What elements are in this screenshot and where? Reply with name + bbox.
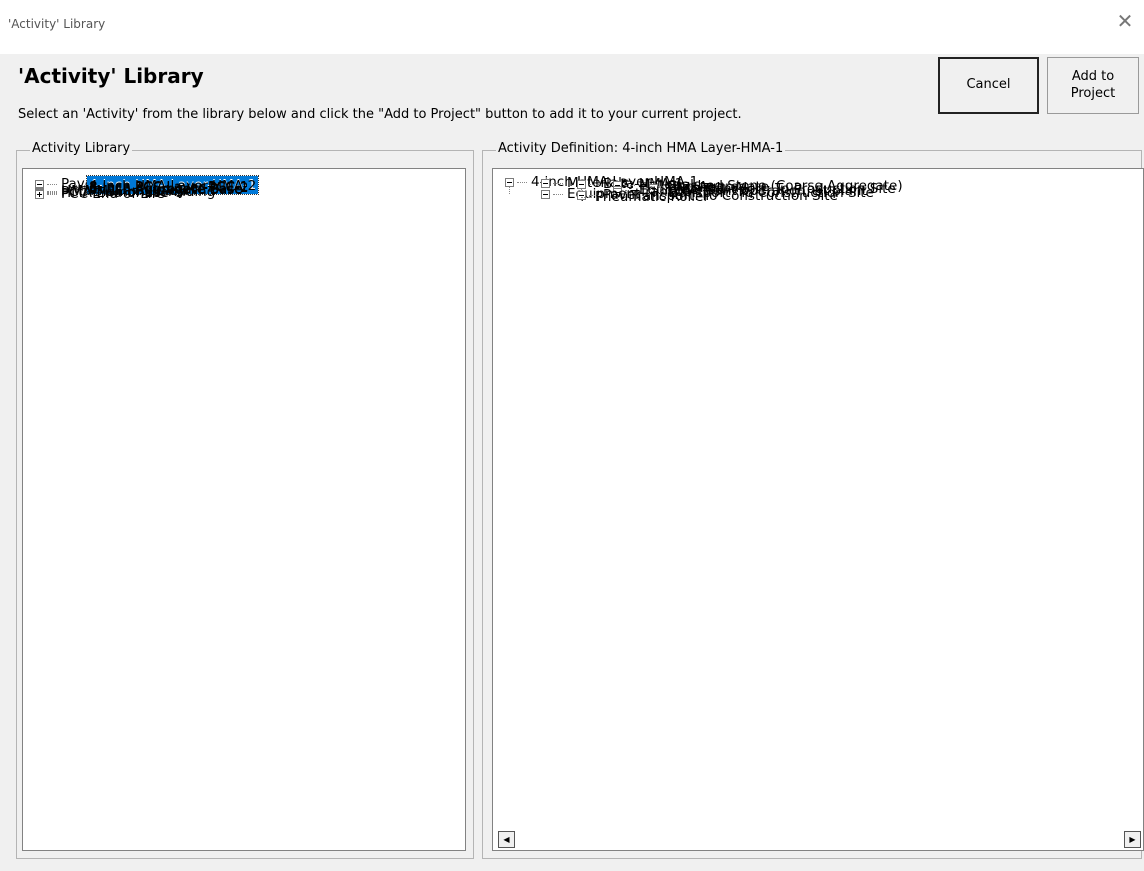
definition-node-label: Pneumatic Roller bbox=[595, 189, 709, 205]
library-node-label: PCC End-of-Life bbox=[61, 186, 165, 202]
tree-vertical-connector bbox=[509, 187, 510, 194]
activity-definition-tree[interactable]: 4-inch HMA Layer-HMA-1 Materials Beta-HMA-… bbox=[492, 168, 1144, 851]
instruction-text: Select an 'Activity' from the library be… bbox=[18, 107, 742, 122]
expand-icon[interactable] bbox=[35, 189, 44, 199]
horizontal-scrollbar[interactable]: ◀ ▶ bbox=[496, 829, 1144, 851]
library-node[interactable]: PCC End-of-Life bbox=[35, 183, 167, 205]
add-to-project-label: Add to Project bbox=[1070, 68, 1116, 101]
activity-library-legend: Activity Library bbox=[30, 141, 133, 156]
tree-vertical-connector bbox=[39, 189, 40, 190]
tree-connector bbox=[517, 181, 527, 183]
cancel-button[interactable]: Cancel bbox=[938, 57, 1039, 114]
collapse-icon[interactable] bbox=[541, 189, 550, 199]
window-title: 'Activity' Library bbox=[8, 17, 106, 31]
scroll-right-icon[interactable]: ▶ bbox=[1124, 831, 1141, 848]
definition-node[interactable]: Pneumatic Roller bbox=[577, 186, 711, 208]
tree-connector bbox=[47, 193, 57, 195]
page-title: 'Activity' Library bbox=[18, 64, 204, 88]
activity-library-tree[interactable]: Pavement Layers4-inch HMA Layer-HMA-14-i… bbox=[22, 168, 466, 851]
tree-vertical-connector bbox=[581, 189, 582, 192]
collapse-icon[interactable] bbox=[505, 177, 514, 187]
activity-definition-legend: Activity Definition: 4-inch HMA Layer-HM… bbox=[496, 141, 786, 156]
tree-connector bbox=[581, 196, 591, 198]
title-bar: 'Activity' Library ✕ bbox=[0, 0, 1144, 54]
cancel-button-label: Cancel bbox=[966, 77, 1011, 93]
close-icon[interactable]: ✕ bbox=[1112, 8, 1138, 34]
scroll-left-icon[interactable]: ◀ bbox=[498, 831, 515, 848]
tree-connector bbox=[553, 193, 563, 195]
add-to-project-button[interactable]: Add to Project bbox=[1047, 57, 1139, 114]
